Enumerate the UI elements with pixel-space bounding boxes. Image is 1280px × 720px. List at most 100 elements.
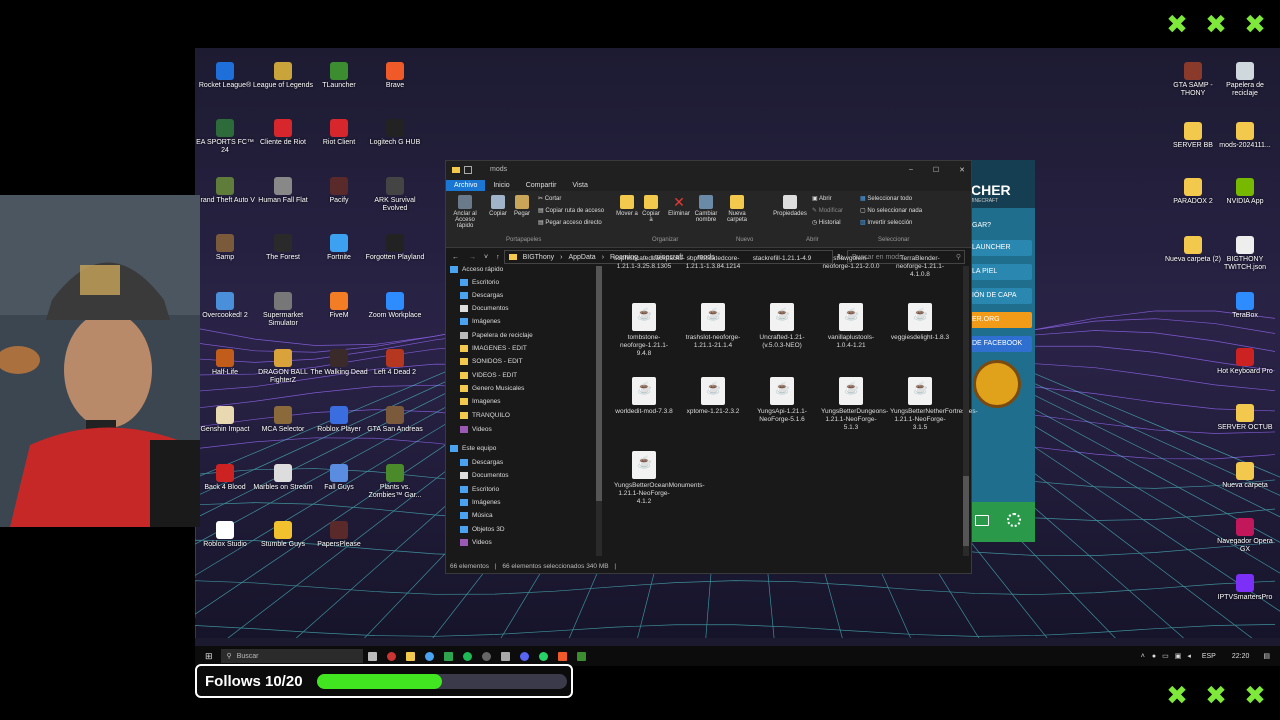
recent-locations-icon[interactable]: ˅ — [484, 254, 488, 261]
file-explorer-icon[interactable] — [405, 651, 415, 661]
modify-button[interactable]: ✎ Modificar — [812, 207, 843, 214]
nav-item[interactable]: Documentos — [460, 472, 509, 479]
desktop-shortcut[interactable]: Navegador Opera GX — [1213, 518, 1277, 554]
nav-item[interactable]: Escritorio — [460, 486, 499, 493]
paste-button[interactable]: Pegar — [510, 195, 534, 217]
copy-path-button[interactable]: ▤ Copiar ruta de acceso — [538, 207, 604, 214]
rename-button[interactable]: Cambiar nombre — [692, 195, 720, 223]
copy-button[interactable]: Copiar — [486, 195, 510, 217]
file-item[interactable]: YungsBetterNetherFortresses-1.21.1-NeoFo… — [890, 377, 978, 432]
nav-item[interactable]: Descargas — [460, 292, 503, 299]
desktop-shortcut[interactable]: Genshin Impact — [195, 406, 257, 434]
file-item[interactable]: trashslot-neoforge-1.21.1-21.1.4 — [683, 303, 743, 350]
new-folder-button[interactable]: Nueva carpeta — [724, 195, 750, 223]
file-item[interactable]: Uncrafted-1.21-(v.5.0.3-NEO) — [752, 303, 812, 350]
desktop-shortcut[interactable]: Supermarket Simulator — [251, 291, 315, 328]
maximize-button[interactable]: ☐ — [933, 166, 939, 174]
desktop-shortcut[interactable]: Stumble Guys — [251, 521, 315, 549]
desktop-shortcut[interactable]: Forgotten Playland — [363, 234, 427, 262]
desktop-shortcut[interactable]: Marbles on Stream — [251, 463, 315, 492]
tab-vista[interactable]: Vista — [564, 180, 595, 191]
desktop-shortcut[interactable]: ARK Survival Evolved — [363, 176, 427, 213]
file-item[interactable]: xptome-1.21-2.3.2 — [683, 377, 743, 416]
paste-shortcut-button[interactable]: ▤ Pegar acceso directo — [538, 219, 602, 226]
desktop-shortcut[interactable]: Zoom Workplace — [363, 291, 427, 320]
language-indicator[interactable]: ESP — [1202, 653, 1216, 660]
desktop-shortcut[interactable]: Overcooked! 2 — [195, 291, 257, 320]
nav-item[interactable]: Música — [460, 512, 493, 519]
desktop-shortcut[interactable]: Nueva carpeta — [1213, 462, 1277, 490]
desktop-shortcut[interactable]: EA SPORTS FC™ 24 — [195, 119, 257, 155]
desktop-shortcut[interactable]: The Forest — [251, 234, 315, 262]
nav-item[interactable]: Descargas — [460, 459, 503, 466]
move-to-button[interactable]: Mover a — [616, 195, 638, 217]
chrome-icon[interactable] — [424, 651, 434, 661]
desktop-shortcut[interactable]: Papelera de reciclaje — [1213, 62, 1277, 98]
properties-button[interactable]: Propiedades — [772, 195, 808, 217]
close-button[interactable]: ✕ — [959, 166, 965, 174]
desktop-shortcut[interactable]: TeraBox — [1213, 292, 1277, 320]
forward-arrow-icon[interactable]: → — [469, 254, 476, 261]
launcher-button[interactable]: ER.ORG — [969, 312, 1032, 328]
file-item[interactable]: sophisticatedbackpacks-1.21.1-3.25.8.130… — [614, 255, 685, 271]
file-item[interactable]: YungsApi-1.21.1-NeoForge-5.1.6 — [752, 377, 812, 424]
nav-item[interactable]: Escritorio — [460, 279, 499, 286]
taskbar-search[interactable]: ⚲ Buscar — [220, 649, 363, 663]
nav-item[interactable]: Documentos — [460, 305, 509, 312]
desktop-shortcut[interactable]: GTA San Andreas — [363, 406, 427, 434]
file-item[interactable]: TerraBlender-neoforge-1.21.1-4.1.0.8 — [890, 255, 950, 279]
desktop-shortcut[interactable]: SERVER OCTUB — [1213, 404, 1277, 432]
launcher-button[interactable]: GAR? — [969, 218, 1032, 234]
desktop-shortcut[interactable]: Grand Theft Auto V — [195, 176, 257, 205]
file-item[interactable]: tombstone-neoforge-1.21.1-9.4.8 — [614, 303, 674, 358]
file-item[interactable]: worldedit-mod-7.3.8 — [614, 377, 674, 416]
nav-item[interactable]: SONIDOS - EDIT — [460, 358, 523, 365]
sheets-icon[interactable] — [443, 651, 453, 661]
discord-icon[interactable] — [519, 651, 529, 661]
desktop-shortcut[interactable]: Brave — [363, 62, 427, 90]
nav-item[interactable]: Imágenes — [460, 318, 501, 325]
gear-icon[interactable] — [1007, 513, 1021, 527]
minecraft-launcher-window[interactable]: CHER MINECRAFT GAR? LAUNCHER LA PIEL IÓN… — [965, 160, 1035, 542]
whatsapp-icon[interactable] — [538, 651, 548, 661]
brave-icon[interactable] — [557, 651, 567, 661]
nav-item[interactable]: IMAGENES - EDIT — [460, 345, 527, 352]
desktop-shortcut[interactable]: Roblox Player — [307, 406, 371, 434]
desktop-shortcut[interactable]: Left 4 Dead 2 — [363, 349, 427, 377]
windows-start-icon[interactable]: ⊞ — [205, 651, 213, 662]
tab-compartir[interactable]: Compartir — [518, 180, 565, 191]
file-item[interactable]: sophisticatedcore-1.21.1-1.3.84.1214 — [683, 255, 743, 271]
tab-inicio[interactable]: Inicio — [485, 180, 517, 191]
back-arrow-icon[interactable]: ← — [452, 254, 459, 261]
microphone-icon[interactable]: ● — [1152, 653, 1156, 660]
desktop-shortcut[interactable]: League of Legends — [251, 62, 315, 90]
notification-icon[interactable]: ▤ — [1263, 652, 1270, 660]
up-arrow-icon[interactable]: ↑ — [496, 254, 500, 261]
game-bar-icon[interactable] — [386, 651, 396, 661]
desktop-shortcut[interactable]: TLauncher — [307, 62, 371, 90]
nav-item[interactable]: Objetos 3D — [460, 526, 505, 533]
file-item[interactable]: stackrefill-1.21.1-4.9 — [752, 255, 812, 263]
file-explorer-window[interactable]: mods – ☐ ✕ Archivo Inicio Compartir Vist… — [445, 160, 978, 574]
desktop-shortcut[interactable]: DRAGON BALL FighterZ — [251, 349, 315, 385]
breadcrumb[interactable]: BIGThony — [523, 254, 555, 261]
select-all-button[interactable]: ▦ Seleccionar todo — [860, 195, 912, 202]
tab-archivo[interactable]: Archivo — [446, 180, 486, 191]
photos-icon[interactable] — [500, 651, 510, 661]
desktop-shortcut[interactable]: Human Fall Flat — [251, 176, 315, 205]
launcher-button[interactable]: LAUNCHER — [969, 240, 1032, 256]
desktop-shortcut[interactable]: Pacify — [307, 176, 371, 205]
explorer-titlebar[interactable]: mods – ☐ ✕ — [446, 161, 971, 178]
nav-item[interactable]: Imágenes — [460, 499, 501, 506]
pin-quick-access-button[interactable]: Anclar al Acceso rápido — [446, 195, 484, 229]
desktop-shortcut[interactable]: The Walking Dead — [307, 349, 371, 377]
desktop-shortcut[interactable]: Half-Life — [195, 349, 257, 377]
desktop-shortcut[interactable]: FiveM — [307, 291, 371, 320]
clock[interactable]: 22:20 — [1232, 653, 1250, 660]
launcher-button[interactable]: IÓN DE CAPA — [969, 288, 1032, 304]
files-scrollbar[interactable] — [963, 266, 969, 556]
file-item[interactable]: YungsBetterOceanMonuments-1.21.1-NeoForg… — [614, 451, 705, 506]
nav-item[interactable]: Acceso rápido — [450, 266, 503, 273]
desktop-shortcut[interactable]: Fall Guys — [307, 463, 371, 492]
breadcrumb[interactable]: AppData — [568, 254, 595, 261]
